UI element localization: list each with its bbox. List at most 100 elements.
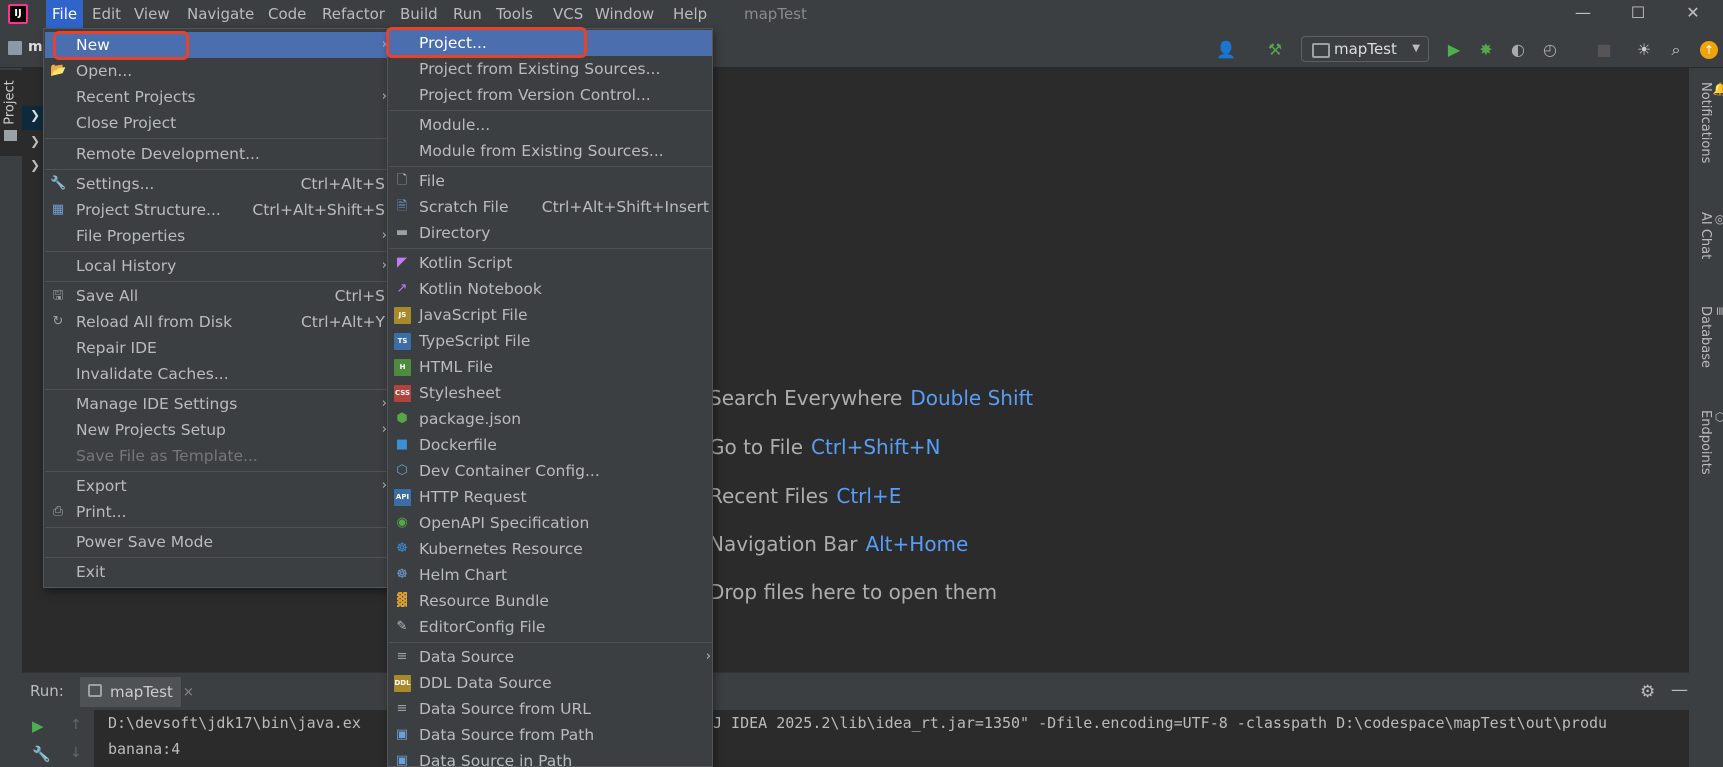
new-data-source[interactable]: ≡ Data Source › xyxy=(389,644,712,670)
menu-item-label: Resource Bundle xyxy=(419,592,549,610)
user-icon[interactable]: 👤 xyxy=(1216,40,1236,60)
update-icon[interactable]: ↑ xyxy=(1700,41,1718,59)
build-hammer-icon[interactable]: ⚒ xyxy=(1265,40,1285,60)
menu-navigate[interactable]: Navigate xyxy=(181,0,260,28)
file-menu-invalidate-caches[interactable]: Invalidate Caches... xyxy=(45,361,389,387)
new-project-from-vcs[interactable]: Project from Version Control... xyxy=(389,82,712,108)
file-menu-save-all[interactable]: 🖫 Save All Ctrl+S xyxy=(45,283,389,309)
file-menu-power-save-mode[interactable]: Power Save Mode xyxy=(45,529,389,555)
editorconfig-icon: ✎ xyxy=(396,619,408,634)
stop-icon[interactable]: ■ xyxy=(1594,40,1614,60)
file-menu-local-history[interactable]: Local History › xyxy=(45,253,389,279)
new-http-request[interactable]: API HTTP Request xyxy=(389,484,712,510)
file-menu-project-structure[interactable]: ▦ Project Structure... Ctrl+Alt+Shift+S xyxy=(45,197,389,223)
file-menu-export[interactable]: Export › xyxy=(45,473,389,499)
new-kotlin-script[interactable]: ◤ Kotlin Script xyxy=(389,250,712,276)
tree-expand-icon[interactable]: ❯ xyxy=(30,134,40,148)
tree-expand-icon[interactable]: ❯ xyxy=(30,108,40,122)
hint-shortcut: Alt+Home xyxy=(865,532,969,556)
menu-edit[interactable]: Edit xyxy=(86,0,127,28)
new-package-json[interactable]: ⬢ package.json xyxy=(389,406,712,432)
run-label: Run: xyxy=(30,682,64,700)
new-data-source-from-path[interactable]: ▣ Data Source from Path xyxy=(389,722,712,748)
project-breadcrumb[interactable]: m xyxy=(28,39,43,55)
menu-refactor[interactable]: Refactor xyxy=(316,0,391,28)
menu-item-label: Data Source from Path xyxy=(419,726,595,744)
new-dev-container-config[interactable]: ⬡ Dev Container Config... xyxy=(389,458,712,484)
scroll-down-icon[interactable]: ↓ xyxy=(70,745,82,761)
endpoints-tab[interactable]: ⬡ Endpoints xyxy=(1698,410,1723,475)
run-configuration-selector[interactable]: mapTest ▼ xyxy=(1301,36,1429,62)
close-button[interactable]: ✕ xyxy=(1668,0,1718,28)
new-kubernetes-resource[interactable]: ☸ Kubernetes Resource xyxy=(389,536,712,562)
hide-panel-icon[interactable]: — xyxy=(1671,680,1688,700)
scroll-up-icon[interactable]: ↑ xyxy=(70,717,82,733)
new-html-file[interactable]: H HTML File xyxy=(389,354,712,380)
file-menu-manage-ide-settings[interactable]: Manage IDE Settings › xyxy=(45,391,389,417)
new-kotlin-notebook[interactable]: ↗ Kotlin Notebook xyxy=(389,276,712,302)
new-data-source-in-path[interactable]: ▣ Data Source in Path xyxy=(389,748,712,766)
new-stylesheet[interactable]: CSS Stylesheet xyxy=(389,380,712,406)
new-editorconfig-file[interactable]: ✎ EditorConfig File xyxy=(389,614,712,640)
profile-icon[interactable]: ◴ xyxy=(1540,40,1560,60)
menu-window[interactable]: Window xyxy=(589,0,660,28)
file-menu-print[interactable]: ⎙ Print... xyxy=(45,499,389,525)
new-directory[interactable]: ▬ Directory xyxy=(389,220,712,246)
menu-item-label: Dockerfile xyxy=(419,436,497,454)
menu-item-label: Data Source xyxy=(419,648,515,666)
wrench-icon[interactable]: 🔧 xyxy=(32,745,51,763)
database-path-icon: ▣ xyxy=(395,727,409,742)
menu-code[interactable]: Code xyxy=(262,0,312,28)
file-menu-settings[interactable]: 🔧 Settings... Ctrl+Alt+S xyxy=(45,171,389,197)
menu-item-label: Scratch File xyxy=(419,198,509,216)
menu-build[interactable]: Build xyxy=(394,0,444,28)
new-helm-chart[interactable]: ☸ Helm Chart xyxy=(389,562,712,588)
new-typescript-file[interactable]: TS TypeScript File xyxy=(389,328,712,354)
database-icon: ≡ xyxy=(1713,306,1723,317)
intellij-logo-icon[interactable]: IJ xyxy=(8,4,28,24)
file-menu-file-properties[interactable]: File Properties › xyxy=(45,223,389,249)
file-menu-remote-development[interactable]: Remote Development... xyxy=(45,141,389,167)
ai-assistant-icon[interactable]: ☀ xyxy=(1634,40,1654,60)
coverage-icon[interactable]: ◐ xyxy=(1508,40,1528,60)
minimize-button[interactable]: — xyxy=(1558,0,1608,28)
rerun-icon[interactable]: ▶ xyxy=(32,717,44,735)
file-menu-close-project[interactable]: Close Project xyxy=(45,110,389,136)
settings-gear-icon[interactable]: ⚙ xyxy=(1640,682,1655,702)
maximize-button[interactable]: ☐ xyxy=(1613,0,1663,28)
close-tab-icon[interactable]: × xyxy=(183,685,194,700)
new-module[interactable]: Module... xyxy=(389,112,712,138)
menu-view[interactable]: View xyxy=(128,0,176,28)
menu-item-label: Save File as Template... xyxy=(76,447,258,465)
database-tab[interactable]: ≡ Database xyxy=(1698,306,1723,368)
tree-expand-icon[interactable]: ❯ xyxy=(30,158,40,172)
new-module-from-existing-sources[interactable]: Module from Existing Sources... xyxy=(389,138,712,164)
file-menu-recent-projects[interactable]: Recent Projects › xyxy=(45,84,389,110)
file-menu-open[interactable]: 📂 Open... xyxy=(45,58,389,84)
menu-run[interactable]: Run xyxy=(447,0,488,28)
file-menu-reload-all[interactable]: ↻ Reload All from Disk Ctrl+Alt+Y xyxy=(45,309,389,335)
new-scratch-file[interactable]: 🗎 Scratch File Ctrl+Alt+Shift+Insert xyxy=(389,194,712,220)
new-project-from-existing-sources[interactable]: Project from Existing Sources... xyxy=(389,56,712,82)
menu-help[interactable]: Help xyxy=(667,0,713,28)
new-dockerfile[interactable]: ■ Dockerfile xyxy=(389,432,712,458)
new-openapi-specification[interactable]: ◉ OpenAPI Specification xyxy=(389,510,712,536)
new-ddl-data-source[interactable]: DDL DDL Data Source xyxy=(389,670,712,696)
run-icon[interactable]: ▶ xyxy=(1444,40,1464,60)
menu-tools[interactable]: Tools xyxy=(490,0,539,28)
new-javascript-file[interactable]: JS JavaScript File xyxy=(389,302,712,328)
search-icon[interactable]: ⌕ xyxy=(1666,40,1686,60)
ai-chat-tab[interactable]: ◎ AI Chat xyxy=(1698,212,1723,259)
file-menu: New › 📂 Open... Recent Projects › Close Pro… xyxy=(43,28,389,588)
debug-icon[interactable]: ✸ xyxy=(1476,40,1496,60)
new-file[interactable]: 🗋 File xyxy=(389,168,712,194)
new-data-source-from-url[interactable]: ≡ Data Source from URL xyxy=(389,696,712,722)
hint-drop-files: Drop files here to open them xyxy=(709,580,997,604)
file-menu-exit[interactable]: Exit xyxy=(45,559,389,585)
menu-file[interactable]: File xyxy=(46,0,84,28)
menu-vcs[interactable]: VCS xyxy=(547,0,589,28)
file-menu-repair-ide[interactable]: Repair IDE xyxy=(45,335,389,361)
notifications-tab[interactable]: 🔔 Notifications xyxy=(1698,82,1723,163)
new-resource-bundle[interactable]: ▓ Resource Bundle xyxy=(389,588,712,614)
file-menu-new-projects-setup[interactable]: New Projects Setup › xyxy=(45,417,389,443)
